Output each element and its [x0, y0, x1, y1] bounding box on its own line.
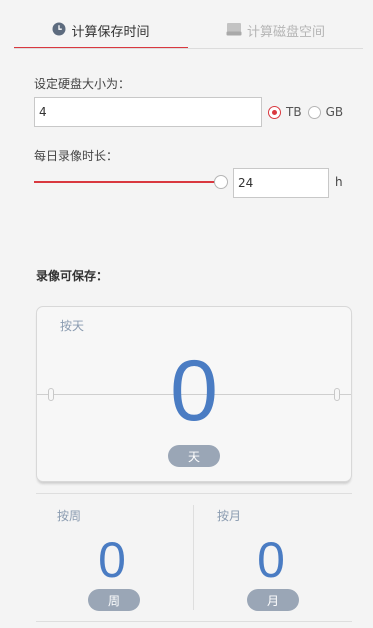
days-result-card: 按天 0 天 [36, 306, 352, 482]
section-divider [36, 493, 352, 494]
disk-size-input[interactable] [34, 97, 262, 127]
tab-calc-disk-space[interactable]: 计算磁盘空间 [188, 12, 363, 49]
mode-tabs: 计算保存时间 计算磁盘空间 [14, 12, 363, 49]
radio-gb[interactable] [307, 105, 321, 119]
tab-label: 计算保存时间 [71, 25, 150, 40]
clock-icon [52, 22, 66, 40]
daily-hours-slider[interactable] [34, 172, 228, 192]
radio-gb-label[interactable]: GB [326, 105, 344, 119]
weeks-unit-badge: 周 [88, 589, 140, 611]
tab-label: 计算磁盘空间 [246, 25, 325, 40]
disk-size-label: 设定硬盘大小为： [34, 77, 131, 91]
months-result: 按月 0 月 [202, 505, 352, 615]
slider-fill [34, 181, 220, 183]
result-title: 录像可保存： [36, 269, 109, 283]
months-unit-badge: 月 [247, 589, 299, 611]
days-label: 按天 [60, 319, 85, 333]
months-label: 按月 [217, 509, 242, 523]
months-value: 0 [257, 532, 285, 588]
section-divider-bottom [36, 621, 352, 622]
daily-hours-input[interactable] [233, 168, 329, 198]
hours-unit: h [335, 175, 343, 189]
tab-calc-retention-time[interactable]: 计算保存时间 [14, 12, 188, 49]
days-value: 0 [170, 343, 218, 439]
tabs-divider [14, 48, 363, 49]
daily-hours-label: 每日录像时长： [34, 149, 119, 163]
weeks-label: 按周 [57, 509, 82, 523]
slider-handle[interactable] [214, 175, 228, 189]
weeks-result: 按周 0 周 [42, 505, 192, 615]
disk-unit-radio-group: TB GB [268, 103, 349, 121]
disk-icon [226, 22, 242, 40]
radio-tb-label[interactable]: TB [286, 105, 302, 119]
weeks-value: 0 [98, 532, 126, 588]
radio-tb[interactable] [268, 105, 281, 119]
vertical-divider [193, 505, 194, 610]
days-unit-badge: 天 [168, 445, 220, 467]
